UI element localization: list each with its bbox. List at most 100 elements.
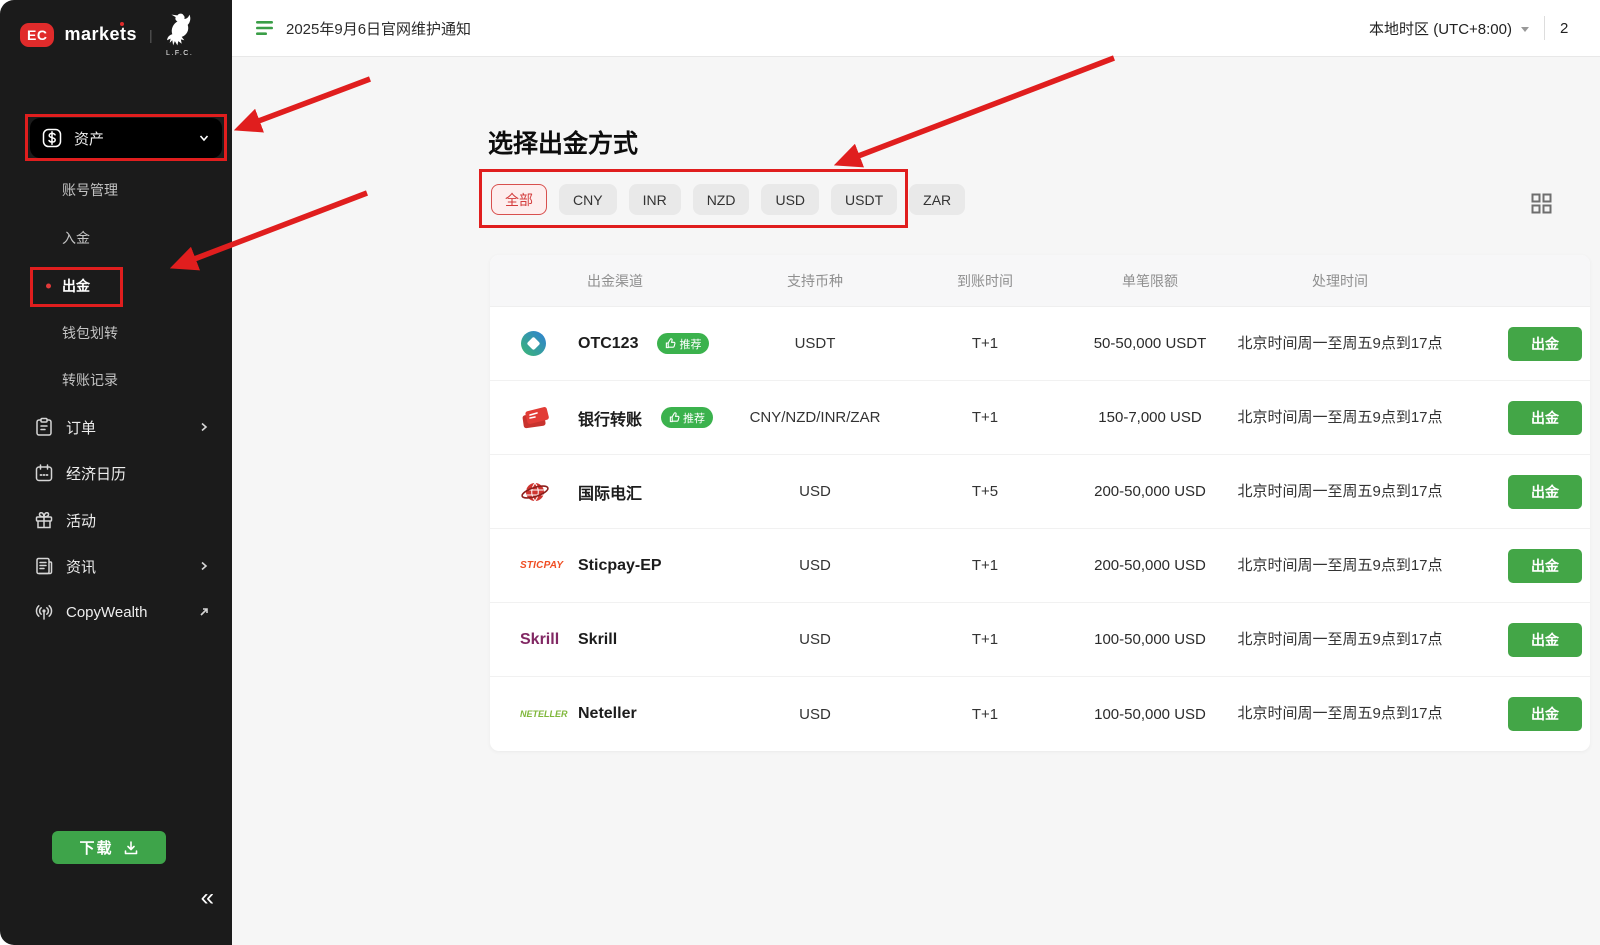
table-row: OTC123 推荐 USDT T+1 50-50,000 USDT 北京时间周一… [490, 307, 1590, 381]
channel-name: Neteller [578, 705, 637, 723]
caret-down-icon [1521, 27, 1529, 32]
processing-cell: 北京时间周一至周五9点到17点 [1220, 702, 1460, 725]
sidebar-item-economic-calendar[interactable]: 经济日历 [34, 453, 224, 493]
arrival-cell: T+1 [890, 557, 1080, 574]
table-row: NETELLER Neteller USD T+1 100-50,000 USD… [490, 677, 1590, 751]
currencies-cell: CNY/NZD/INR/ZAR [740, 409, 890, 426]
recommend-badge: 推荐 [661, 407, 713, 428]
active-dot [46, 284, 51, 289]
chevron-right-icon [198, 560, 210, 572]
thumbs-up-icon [665, 338, 676, 349]
limit-cell: 200-50,000 USD [1080, 557, 1220, 574]
filter-usd[interactable]: USD [761, 184, 819, 215]
processing-cell: 北京时间周一至周五9点到17点 [1220, 554, 1460, 577]
table-row: STICPAY Sticpay-EP USD T+1 200-50,000 US… [490, 529, 1590, 603]
lfc-logo: L.F.C. [165, 12, 195, 57]
clock-text: 2 [1560, 20, 1600, 37]
withdraw-button[interactable]: 出金 [1508, 623, 1582, 657]
filter-all[interactable]: 全部 [491, 184, 547, 215]
bank-transfer-icon [520, 406, 550, 430]
arrival-cell: T+1 [890, 409, 1080, 426]
withdraw-button[interactable]: 出金 [1508, 327, 1582, 361]
grid-view-icon[interactable] [1531, 193, 1552, 214]
processing-cell: 北京时间周一至周五9点到17点 [1220, 332, 1460, 355]
processing-cell: 北京时间周一至周五9点到17点 [1220, 628, 1460, 651]
channel-name: OTC123 [578, 335, 638, 353]
table-row: 国际电汇 USD T+5 200-50,000 USD 北京时间周一至周五9点到… [490, 455, 1590, 529]
col-header-processing: 处理时间 [1220, 271, 1460, 291]
dollar-icon [42, 128, 62, 148]
filter-usdt[interactable]: USDT [831, 184, 897, 215]
sidebar-item-orders[interactable]: 订单 [34, 407, 224, 447]
recommend-label: 推荐 [679, 336, 701, 352]
page-title: 选择出金方式 [488, 124, 638, 160]
topbar: 2025年9月6日官网维护通知 本地时区 (UTC+8:00) 2 [232, 0, 1600, 57]
channel-name: 国际电汇 [578, 480, 642, 504]
limit-cell: 150-7,000 USD [1080, 409, 1220, 426]
sidebar-item-label: 资产 [74, 128, 104, 149]
gift-icon [34, 510, 54, 530]
withdraw-button[interactable]: 出金 [1508, 475, 1582, 509]
external-link-icon [198, 606, 210, 618]
brand-logo: EC markets | L.F.C. [20, 12, 195, 57]
withdraw-button[interactable]: 出金 [1508, 549, 1582, 583]
download-icon [123, 840, 139, 856]
clipboard-icon [34, 417, 54, 437]
withdraw-button[interactable]: 出金 [1508, 401, 1582, 435]
currencies-cell: USDT [740, 335, 890, 352]
col-header-channel: 出金渠道 [490, 271, 740, 291]
channel-name: Sticpay-EP [578, 557, 662, 575]
withdraw-button[interactable]: 出金 [1508, 697, 1582, 731]
sidebar-item-assets[interactable]: 资产 [30, 118, 222, 158]
timezone-selector[interactable]: 本地时区 (UTC+8:00) [1369, 18, 1512, 39]
sidebar-item-label: 经济日历 [66, 463, 126, 484]
table-row: Skrill Skrill USD T+1 100-50,000 USD 北京时… [490, 603, 1590, 677]
chevron-right-icon [198, 421, 210, 433]
liver-bird-icon [165, 12, 195, 48]
col-header-arrival: 到账时间 [890, 271, 1080, 291]
limit-cell: 200-50,000 USD [1080, 483, 1220, 500]
col-header-limit: 单笔限额 [1080, 271, 1220, 291]
processing-cell: 北京时间周一至周五9点到17点 [1220, 406, 1460, 429]
thumbs-up-icon [669, 412, 680, 423]
filter-zar[interactable]: ZAR [909, 184, 965, 215]
arrival-cell: T+5 [890, 483, 1080, 500]
download-label: 下载 [79, 837, 113, 858]
arrival-cell: T+1 [890, 706, 1080, 723]
recommend-label: 推荐 [683, 410, 705, 426]
filter-nzd[interactable]: NZD [693, 184, 750, 215]
news-icon [34, 556, 54, 576]
limit-cell: 50-50,000 USDT [1080, 335, 1220, 352]
sidebar-item-activities[interactable]: 活动 [34, 500, 224, 540]
calendar-icon [34, 463, 54, 483]
sidebar-item-account-management[interactable]: 账号管理 [62, 180, 118, 200]
notice-link[interactable]: 2025年9月6日官网维护通知 [256, 18, 471, 39]
sidebar-item-copywealth[interactable]: CopyWealth [34, 592, 224, 632]
wire-transfer-icon [520, 479, 550, 505]
otc123-logo [520, 330, 547, 357]
logo-divider: | [149, 27, 153, 43]
recommend-badge: 推荐 [657, 333, 709, 354]
sidebar-item-news[interactable]: 资讯 [34, 546, 224, 586]
table-header-row: 出金渠道 支持币种 到账时间 单笔限额 处理时间 [490, 255, 1590, 307]
channel-name: Skrill [578, 631, 617, 649]
collapse-sidebar-icon[interactable]: « [201, 884, 214, 912]
sidebar-item-transfer-records[interactable]: 转账记录 [62, 370, 118, 390]
sidebar-item-withdraw[interactable]: 出金 [62, 276, 90, 296]
markets-wordmark: markets [64, 24, 137, 45]
filter-cny[interactable]: CNY [559, 184, 617, 215]
filter-inr[interactable]: INR [629, 184, 681, 215]
sidebar-item-label: 活动 [66, 510, 96, 531]
currencies-cell: USD [740, 631, 890, 648]
chevron-down-icon [198, 132, 210, 144]
announcement-list-icon [256, 20, 276, 36]
arrival-cell: T+1 [890, 335, 1080, 352]
channel-name: 银行转账 [578, 406, 642, 430]
sticpay-logo: STICPAY [520, 560, 563, 571]
sidebar-item-wallet-transfer[interactable]: 钱包划转 [62, 323, 118, 343]
notice-text: 2025年9月6日官网维护通知 [286, 18, 471, 39]
sidebar-item-deposit[interactable]: 入金 [62, 228, 90, 248]
download-button[interactable]: 下载 [52, 831, 166, 864]
sidebar-item-label: 资讯 [66, 556, 96, 577]
sidebar-item-label: CopyWealth [66, 604, 147, 621]
